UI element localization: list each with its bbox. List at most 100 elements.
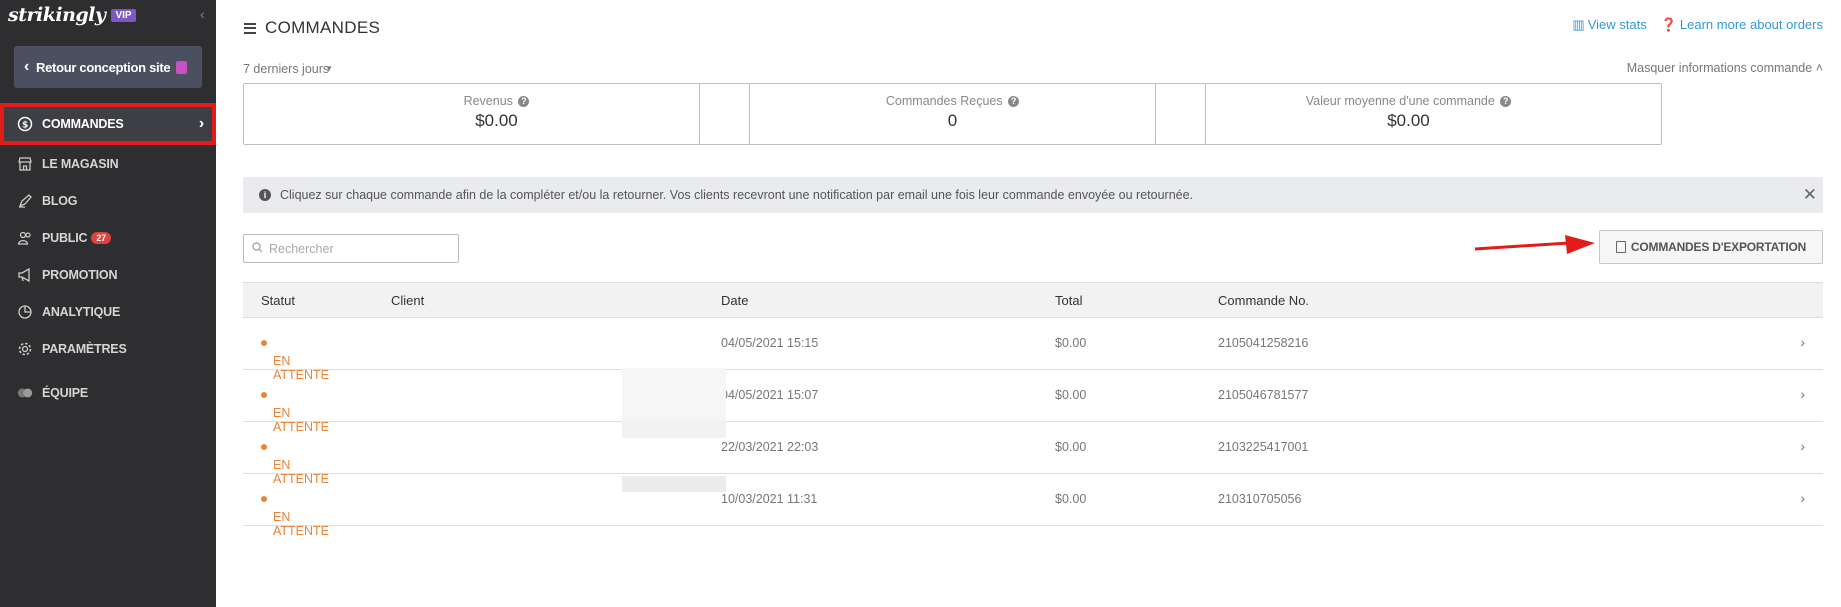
sidebar-item-label: COMMANDES bbox=[42, 117, 124, 131]
back-to-site-design-button[interactable]: ‹ Retour conception site bbox=[14, 46, 202, 88]
page-title: COMMANDES bbox=[244, 18, 380, 38]
book-icon bbox=[176, 60, 188, 74]
vip-badge: VIP bbox=[111, 8, 136, 22]
table-row[interactable]: EN ATTENTE 22/03/2021 22:03 $0.00 210322… bbox=[243, 422, 1823, 486]
chevron-right-icon: › bbox=[1800, 490, 1805, 506]
logo[interactable]: strikingly bbox=[8, 4, 106, 26]
table-header: Statut Client Date Total Commande No. bbox=[243, 282, 1823, 318]
chevron-right-icon: › bbox=[1800, 386, 1805, 402]
column-header-date[interactable]: Date bbox=[721, 293, 748, 308]
learn-more-link[interactable]: ❓ Learn more about orders bbox=[1661, 17, 1823, 33]
status-cell: EN ATTENTE bbox=[261, 440, 329, 486]
close-icon[interactable]: ✕ bbox=[1803, 185, 1817, 205]
search-icon bbox=[252, 241, 263, 256]
total-cell: $0.00 bbox=[1055, 440, 1087, 454]
total-cell: $0.00 bbox=[1055, 336, 1087, 350]
stat-label: Revenus ? bbox=[244, 94, 749, 108]
status-dot-icon bbox=[261, 391, 267, 398]
sidebar-item-label: PROMOTION bbox=[42, 267, 118, 282]
stat-value: $0.00 bbox=[475, 111, 518, 130]
stat-label: Commandes Reçues ? bbox=[700, 94, 1205, 108]
orders-received-stat-card: Commandes Reçues ? 0 bbox=[699, 83, 1206, 145]
sidebar-item-analytique[interactable]: ANALYTIQUE bbox=[0, 293, 216, 330]
sidebar-item-le-magasin[interactable]: LE MAGASIN bbox=[0, 145, 216, 182]
public-count-badge: 27 bbox=[91, 231, 111, 244]
page-title-text: COMMANDES bbox=[265, 18, 381, 37]
caret-down-icon: ▼ bbox=[325, 64, 334, 73]
sidebar-item-label: ANALYTIQUE bbox=[42, 304, 121, 319]
info-notice: i Cliquez sur chaque commande afin de la… bbox=[243, 177, 1823, 213]
sidebar-item-equipe[interactable]: ÉQUIPE bbox=[0, 374, 216, 411]
help-icon[interactable]: ? bbox=[1008, 96, 1020, 108]
status-dot-icon bbox=[261, 339, 267, 346]
learn-more-label: Learn more about orders bbox=[1679, 17, 1823, 32]
gear-icon bbox=[16, 340, 34, 358]
period-dropdown[interactable]: 7 derniers jours▼ bbox=[243, 62, 337, 76]
help-icon[interactable]: ? bbox=[518, 96, 530, 108]
column-header-client[interactable]: Client bbox=[391, 293, 424, 308]
sidebar-item-label: BLOG bbox=[42, 193, 78, 208]
sidebar-item-label: PARAMÈTRES bbox=[42, 341, 127, 356]
column-header-status[interactable]: Statut bbox=[261, 293, 295, 308]
view-stats-label: View stats bbox=[1587, 17, 1647, 32]
total-cell: $0.00 bbox=[1055, 492, 1087, 506]
date-cell: 10/03/2021 11:31 bbox=[721, 492, 818, 506]
status-text: EN ATTENTE bbox=[273, 510, 330, 538]
sidebar-item-label: LE MAGASIN bbox=[42, 156, 119, 171]
document-icon bbox=[1615, 241, 1626, 253]
sidebar-item-parametres[interactable]: PARAMÈTRES bbox=[0, 330, 216, 367]
date-cell: 04/05/2021 15:07 bbox=[721, 388, 819, 402]
average-order-value-stat-card: Valeur moyenne d'une commande ? $0.00 bbox=[1155, 83, 1662, 145]
sidebar: strikingly VIP ‹ ‹ Retour conception sit… bbox=[0, 0, 216, 607]
column-header-total[interactable]: Total bbox=[1055, 293, 1082, 308]
sidebar-item-promotion[interactable]: PROMOTION bbox=[0, 256, 216, 293]
people-icon bbox=[16, 229, 34, 247]
stat-label-text: Commandes Reçues bbox=[885, 94, 1003, 108]
export-button-label: COMMANDES D'EXPORTATION bbox=[1630, 240, 1807, 254]
chevron-up-icon: ˄ bbox=[1815, 61, 1823, 75]
order-number-cell: 210310705056 bbox=[1218, 492, 1302, 506]
store-icon bbox=[16, 155, 34, 173]
chevron-right-icon: › bbox=[1800, 334, 1805, 350]
status-dot-icon bbox=[261, 495, 267, 502]
main-content: COMMANDES ▥ View stats ❓ Learn more about … bbox=[216, 0, 1841, 607]
sidebar-item-blog[interactable]: BLOG bbox=[0, 182, 216, 219]
team-icon bbox=[16, 384, 34, 402]
list-icon bbox=[244, 22, 256, 34]
revenue-stat-card: Revenus ? $0.00 bbox=[243, 83, 750, 145]
info-icon: i bbox=[259, 189, 271, 201]
hide-info-label: Masquer informations commande bbox=[1626, 61, 1813, 75]
order-number-cell: 2105041258216 bbox=[1218, 336, 1309, 350]
search-input[interactable]: Rechercher bbox=[243, 234, 459, 263]
status-cell: EN ATTENTE bbox=[261, 388, 329, 434]
help-icon[interactable]: ? bbox=[1500, 96, 1512, 108]
sidebar-item-label: ÉQUIPE bbox=[42, 385, 89, 400]
orders-table: Statut Client Date Total Commande No. EN… bbox=[243, 282, 1823, 538]
date-cell: 04/05/2021 15:15 bbox=[721, 336, 819, 350]
logo-row: strikingly VIP bbox=[8, 4, 136, 26]
bar-chart-icon: ▥ bbox=[1572, 17, 1585, 32]
stat-value: $0.00 bbox=[1387, 111, 1430, 130]
table-row[interactable]: EN ATTENTE 04/05/2021 15:07 $0.00 210504… bbox=[243, 370, 1823, 434]
status-dot-icon bbox=[261, 443, 267, 450]
sidebar-item-commandes[interactable]: $ COMMANDES › bbox=[0, 103, 216, 145]
table-row[interactable]: EN ATTENTE 10/03/2021 11:31 $0.00 210310… bbox=[243, 474, 1823, 538]
export-orders-button[interactable]: COMMANDES D'EXPORTATION bbox=[1599, 230, 1823, 264]
stat-label: Valeur moyenne d'une commande ? bbox=[1156, 94, 1661, 108]
stat-label-text: Valeur moyenne d'une commande bbox=[1305, 94, 1495, 108]
stat-value: 0 bbox=[947, 111, 958, 130]
view-stats-link[interactable]: ▥ View stats bbox=[1572, 17, 1646, 33]
column-header-order-number[interactable]: Commande No. bbox=[1218, 293, 1309, 308]
status-cell: EN ATTENTE bbox=[261, 336, 329, 382]
question-circle-icon: ❓ bbox=[1660, 17, 1677, 32]
chevron-left-icon: ‹ bbox=[24, 58, 30, 75]
notice-text: Cliquez sur chaque commande afin de la c… bbox=[280, 188, 1194, 202]
table-row[interactable]: EN ATTENTE 04/05/2021 15:15 $0.00 210504… bbox=[243, 318, 1823, 382]
chevron-right-icon: › bbox=[198, 115, 204, 132]
dollar-circle-icon: $ bbox=[16, 115, 34, 133]
order-number-cell: 2103225417001 bbox=[1218, 440, 1309, 454]
back-button-label: Retour conception site bbox=[36, 59, 171, 75]
hide-order-info-toggle[interactable]: Masquer informations commande ˄ bbox=[1627, 61, 1823, 75]
sidebar-item-public[interactable]: PUBLIC 27 bbox=[0, 219, 216, 256]
collapse-sidebar-icon[interactable]: ‹ bbox=[200, 6, 205, 22]
